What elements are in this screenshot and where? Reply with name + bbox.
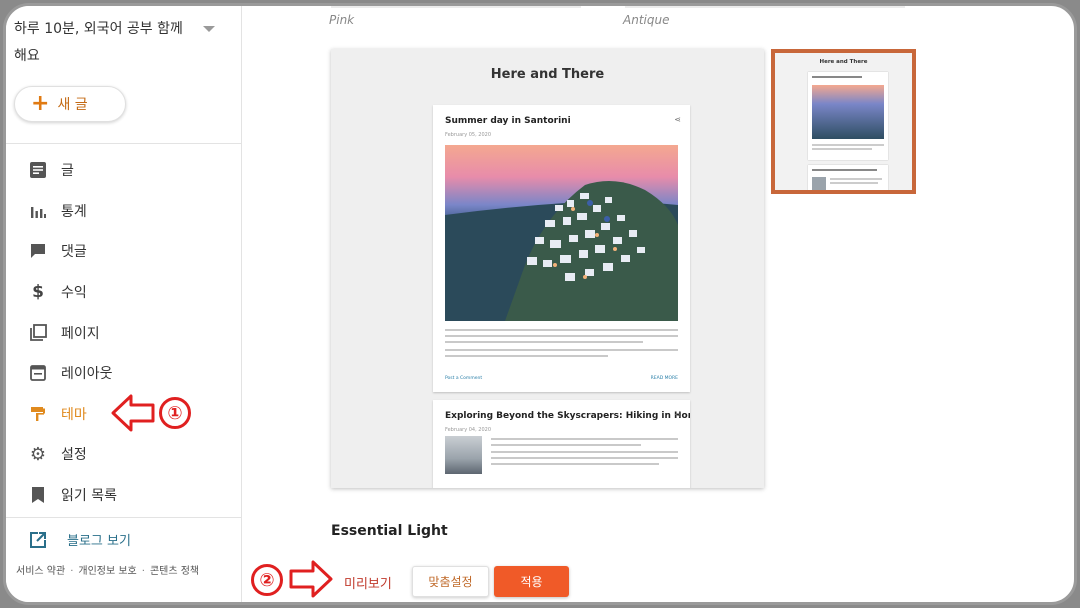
view-blog-link[interactable]: 블로그 보기 [6, 524, 242, 554]
post-title: Exploring Beyond the Skyscrapers: Hiking… [445, 411, 690, 421]
main-content: Pink Antique Here and There Summer day i… [242, 6, 1074, 602]
sidebar-item-earnings[interactable]: $ 수익 [6, 272, 242, 313]
blog-title[interactable]: 하루 10분, 외국어 공부 함께 해요 [14, 16, 194, 70]
gear-icon: ⚙ [29, 443, 47, 465]
terms-link[interactable]: 서비스 약관 [16, 566, 65, 577]
annotation-number-one: ① [159, 397, 191, 429]
sidebar-item-label: 테마 [61, 406, 87, 423]
sidebar-item-label: 수익 [61, 285, 87, 302]
share-icon: ⋖ [674, 115, 681, 124]
preview-post-card: Exploring Beyond the Skyscrapers: Hiking… [433, 400, 690, 488]
sidebar-item-label: 글 [61, 163, 74, 180]
post-excerpt [491, 438, 678, 469]
footer-links: 서비스 약관 · 개인정보 보호 · 콘텐츠 정책 [16, 562, 199, 577]
privacy-link[interactable]: 개인정보 보호 [78, 566, 136, 577]
post-footer: Post a Comment READ MORE [445, 376, 678, 381]
sidebar-item-reading-list[interactable]: 읽기 목록 [6, 475, 242, 516]
sidebar-item-label: 레이아웃 [61, 366, 113, 383]
sidebar-nav: 글 통계 댓글 $ 수익 페이지 레이아웃 테마 ⚙ 설정 읽기 목록 [6, 150, 242, 515]
content-policy-link[interactable]: 콘텐츠 정책 [150, 566, 199, 577]
post-title: Summer day in Santorini [445, 116, 571, 126]
pages-icon [28, 323, 48, 343]
comments-icon [28, 241, 48, 261]
sidebar-item-stats[interactable]: 통계 [6, 191, 242, 232]
post-date: February 04, 2020 [445, 427, 492, 433]
apply-button[interactable]: 적용 [494, 566, 569, 597]
theme-preview-large[interactable]: Here and There Summer day in Santorini ⋖… [331, 49, 764, 488]
theme-label-pink[interactable]: Pink [329, 13, 354, 27]
sidebar-item-layout[interactable]: 레이아웃 [6, 353, 242, 394]
posts-icon [28, 160, 48, 180]
sidebar: 하루 10분, 외국어 공부 함께 해요 + 새 글 글 통계 댓글 $ 수익 … [6, 6, 242, 602]
mini-blog-heading: Here and There [819, 59, 868, 65]
new-post-button[interactable]: + 새 글 [14, 86, 126, 122]
sidebar-item-settings[interactable]: ⚙ 설정 [6, 434, 242, 475]
hong-kong-thumbnail [445, 436, 482, 474]
sidebar-item-label: 댓글 [61, 244, 87, 261]
paint-roller-icon [28, 404, 48, 424]
layout-icon [28, 363, 48, 383]
theme-thumbnail-edge [331, 6, 581, 8]
theme-name: Essential Light [331, 523, 448, 539]
open-in-new-icon [28, 530, 48, 550]
theme-thumbnail-selected[interactable]: Here and There [771, 49, 916, 194]
bookmark-icon [28, 485, 48, 505]
new-post-label: 새 글 [57, 97, 88, 113]
footer-separator: · [70, 566, 74, 577]
divider [6, 517, 242, 518]
sidebar-item-label: 설정 [61, 447, 87, 464]
dollar-icon: $ [32, 282, 44, 303]
sidebar-item-posts[interactable]: 글 [6, 150, 242, 191]
santorini-photo [445, 145, 678, 321]
blog-switcher-caret-icon[interactable] [203, 26, 215, 32]
view-blog-label: 블로그 보기 [67, 534, 131, 549]
annotation-arrow-left-icon [111, 394, 155, 432]
post-excerpt [445, 329, 678, 361]
read-more-link: READ MORE [650, 376, 678, 381]
post-comment-link: Post a Comment [445, 376, 483, 381]
preview-post-card: Summer day in Santorini ⋖ February 05, 2… [433, 105, 690, 392]
preview-blog-heading: Here and There [490, 67, 605, 82]
theme-label-antique[interactable]: Antique [623, 13, 669, 27]
divider [6, 143, 242, 144]
customize-button[interactable]: 맞춤설정 [412, 566, 489, 597]
plus-icon: + [31, 91, 50, 116]
annotation-arrow-right-icon [289, 560, 333, 598]
annotation-number-two: ② [251, 564, 283, 596]
stats-icon [28, 201, 48, 221]
preview-button[interactable]: 미리보기 [340, 567, 396, 597]
footer-separator: · [141, 566, 145, 577]
mini-post-card [808, 72, 888, 160]
sidebar-item-comments[interactable]: 댓글 [6, 231, 242, 272]
mini-post-card [808, 165, 888, 190]
share-icon: ⋖ [674, 410, 681, 419]
app-window: 하루 10분, 외국어 공부 함께 해요 + 새 글 글 통계 댓글 $ 수익 … [3, 3, 1077, 605]
sidebar-item-label: 읽기 목록 [61, 488, 117, 505]
theme-thumbnail-edge [625, 6, 905, 8]
sidebar-item-label: 페이지 [61, 325, 100, 342]
sidebar-item-label: 통계 [61, 203, 87, 220]
post-date: February 05, 2020 [445, 132, 492, 138]
sidebar-item-pages[interactable]: 페이지 [6, 312, 242, 353]
